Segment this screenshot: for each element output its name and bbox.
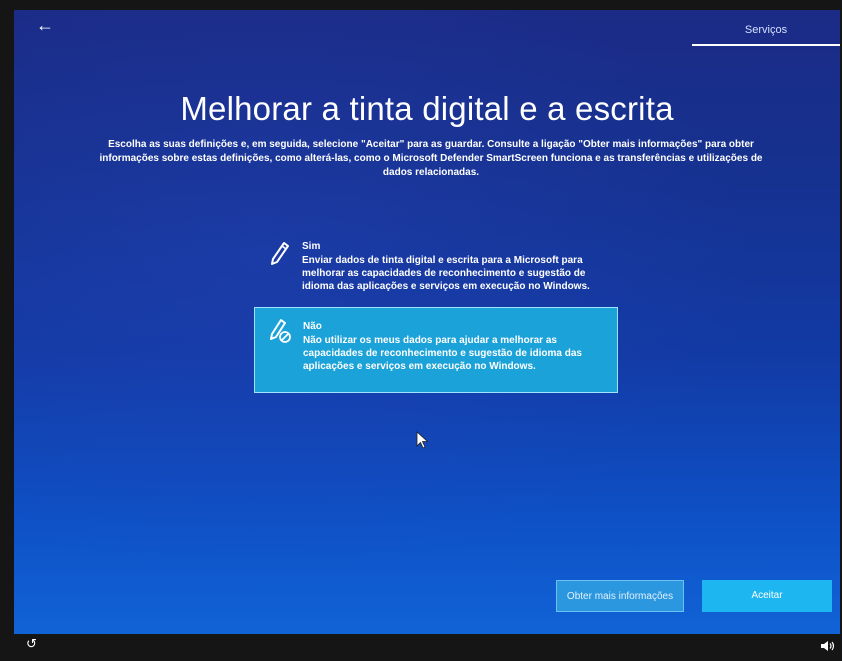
ease-of-access-icon[interactable]: ↺ bbox=[26, 636, 40, 651]
volume-icon[interactable] bbox=[820, 640, 836, 652]
mouse-pointer-icon bbox=[416, 431, 429, 449]
back-arrow-icon[interactable]: ← bbox=[32, 14, 58, 36]
accept-button[interactable]: Aceitar bbox=[702, 580, 832, 612]
option-sim-description: Enviar dados de tinta digital e escrita … bbox=[302, 255, 590, 292]
option-sim[interactable]: Sim Enviar dados de tinta digital e escr… bbox=[254, 230, 618, 302]
page-title: Melhorar a tinta digital e a escrita bbox=[180, 90, 674, 127]
top-bar: ← Serviços bbox=[14, 10, 840, 46]
option-sim-title: Sim bbox=[302, 241, 321, 252]
option-nao-description: Não utilizar os meus dados para ajudar a… bbox=[303, 335, 582, 372]
monitor-bezel: ← Serviços Melhorar a tinta digital e a … bbox=[0, 0, 842, 661]
page-subtitle: Escolha as suas definições e, em seguida… bbox=[99, 139, 763, 178]
tab-services-label: Serviços bbox=[744, 24, 788, 36]
option-nao-title: Não bbox=[303, 321, 322, 332]
oobe-screen: ← Serviços Melhorar a tinta digital e a … bbox=[14, 10, 840, 634]
tab-services: Serviços bbox=[692, 10, 840, 46]
pen-blocked-icon bbox=[270, 319, 291, 343]
pen-icon bbox=[271, 242, 289, 265]
more-info-button[interactable]: Obter mais informações bbox=[556, 580, 684, 612]
option-nao[interactable]: Não Não utilizar os meus dados para ajud… bbox=[254, 307, 618, 393]
